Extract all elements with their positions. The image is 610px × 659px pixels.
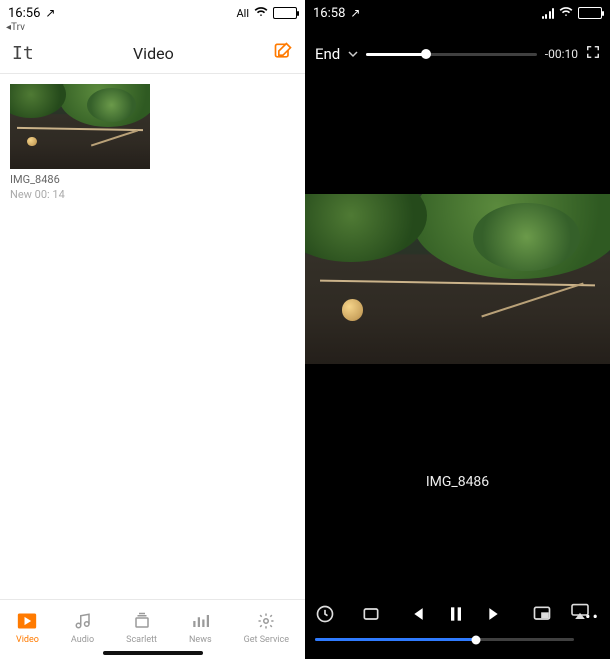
wifi-icon (254, 6, 268, 21)
wifi-icon (559, 6, 573, 21)
player-header: End -00:10 (305, 34, 610, 74)
tab-bar: Video Audio Scarlett News Get Service (0, 599, 305, 659)
volume-fill (366, 53, 426, 56)
home-indicator[interactable] (103, 651, 203, 655)
location-icon: ↗ (350, 6, 360, 20)
video-player-screen: 16:58 ↗ End -00:10 IMG_8486 (305, 0, 610, 659)
nav-header: It Video (0, 34, 305, 74)
airplay-icon[interactable] (570, 603, 590, 623)
battery-icon (273, 7, 297, 19)
gear-icon (256, 612, 276, 633)
tab-label: Scarlett (126, 635, 157, 645)
seek-thumb[interactable] (471, 635, 480, 644)
cellular-icon (542, 8, 555, 19)
repeat-icon[interactable] (361, 604, 381, 628)
now-playing-title: IMG_8486 (305, 474, 610, 490)
location-icon: ↗ (45, 6, 55, 20)
skip-forward-icon[interactable] (486, 604, 506, 628)
video-list: IMG_8486 New 00: 14 (0, 74, 305, 599)
video-filename: IMG_8486 (10, 173, 150, 186)
page-title: Video (133, 44, 174, 63)
tab-label: Video (16, 635, 39, 645)
pip-icon[interactable] (532, 604, 552, 628)
status-bar: 16:58 ↗ (305, 0, 610, 26)
clock-icon[interactable] (315, 604, 335, 628)
video-list-item[interactable]: IMG_8486 New 00: 14 (10, 84, 150, 201)
seek-slider[interactable] (315, 638, 574, 641)
status-time: 16:58 (313, 6, 345, 21)
volume-slider[interactable] (366, 53, 537, 56)
tab-label: Get Service (244, 635, 289, 645)
tab-label: News (189, 635, 212, 645)
network-label: All (236, 7, 249, 20)
tab-video[interactable]: Video (16, 612, 39, 645)
tab-settings[interactable]: Get Service (244, 612, 289, 645)
back-to-app-link[interactable]: ◂Trv (6, 22, 25, 33)
time-remaining: -00:10 (545, 47, 578, 61)
tab-scarlett[interactable]: Scarlett (126, 612, 157, 645)
playback-mode-button[interactable]: End (315, 45, 340, 63)
tab-label: Audio (71, 635, 94, 645)
video-frame[interactable] (305, 194, 610, 364)
skip-back-icon[interactable] (406, 604, 426, 628)
compose-icon[interactable] (273, 41, 293, 66)
bars-icon (190, 612, 210, 633)
back-button[interactable]: It (12, 43, 34, 64)
fullscreen-icon[interactable] (586, 45, 600, 63)
play-icon (17, 612, 37, 633)
status-bar: 16:56 ↗ All (0, 0, 305, 26)
battery-icon (578, 7, 602, 19)
music-note-icon (73, 612, 93, 633)
pause-icon[interactable] (446, 604, 466, 628)
video-thumbnail[interactable] (10, 84, 150, 169)
video-library-screen: 16:56 ↗ All ◂Trv It Video IMG_8486 New 0… (0, 0, 305, 659)
seek-fill (315, 638, 476, 641)
stack-icon (132, 612, 152, 633)
tab-news[interactable]: News (189, 612, 212, 645)
tab-audio[interactable]: Audio (71, 612, 94, 645)
player-controls: ••• (305, 596, 610, 659)
status-time: 16:56 (8, 6, 40, 21)
video-duration: New 00: 14 (10, 188, 150, 201)
video-stage[interactable]: IMG_8486 (305, 74, 610, 596)
volume-thumb[interactable] (421, 49, 431, 59)
chevron-down-icon[interactable] (348, 45, 358, 63)
